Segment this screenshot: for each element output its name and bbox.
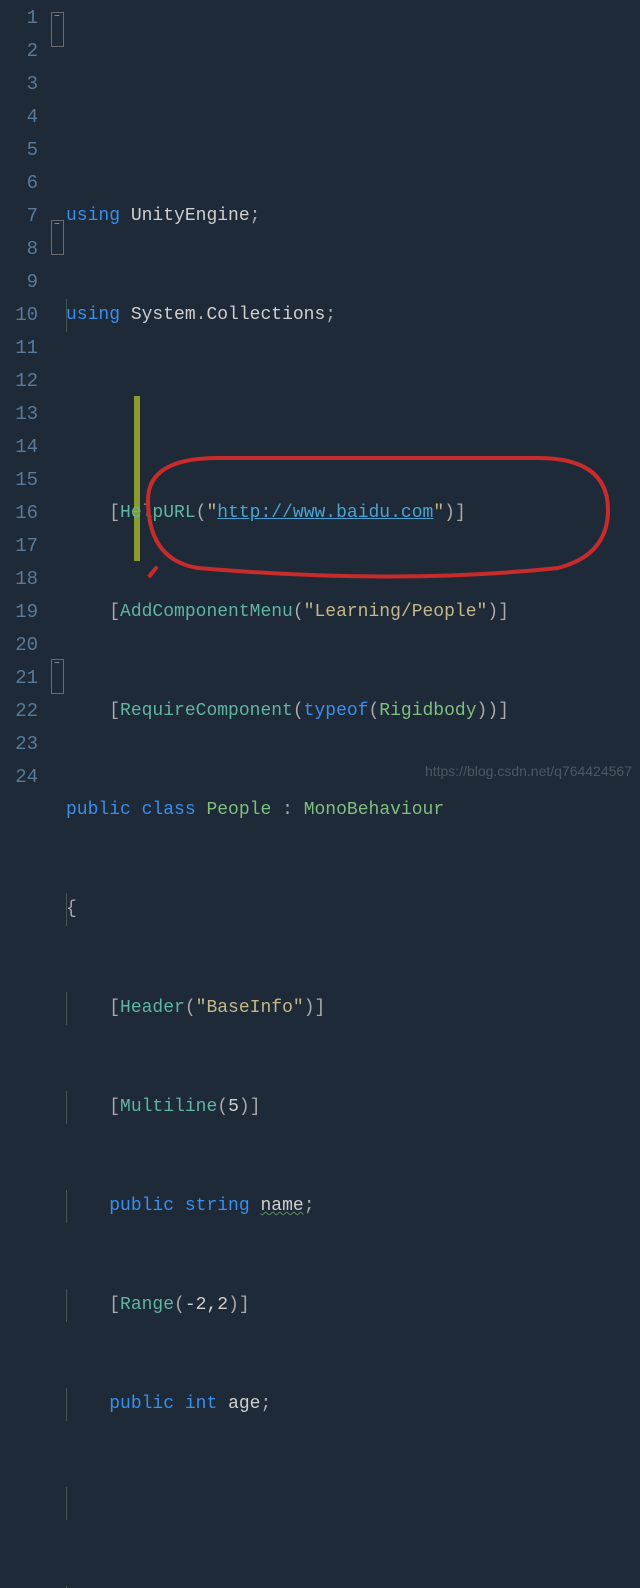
code-line: using System.Collections;	[66, 299, 640, 332]
line-number: 4	[6, 101, 38, 134]
line-number: 5	[6, 134, 38, 167]
code-line	[66, 1487, 640, 1520]
fold-toggle[interactable]: −	[51, 220, 64, 255]
code-line: {	[66, 893, 640, 926]
code-line: public int age;	[66, 1388, 640, 1421]
line-number: 6	[6, 167, 38, 200]
line-number: 13	[6, 398, 38, 431]
line-number-gutter: 1 2 3 4 5 6 7 8 9 10 11 12 13 14 15 16 1…	[0, 0, 48, 794]
code-line: [Multiline(5)]	[66, 1091, 640, 1124]
line-number: 18	[6, 563, 38, 596]
line-number: 9	[6, 266, 38, 299]
line-number: 23	[6, 728, 38, 761]
line-number: 11	[6, 332, 38, 365]
code-editor: 1 2 3 4 5 6 7 8 9 10 11 12 13 14 15 16 1…	[0, 0, 640, 794]
code-line: [Space(100)]	[66, 1586, 640, 1588]
fold-toggle[interactable]: −	[51, 659, 64, 694]
fold-column: − − −	[48, 0, 66, 794]
line-number: 1	[6, 2, 38, 35]
line-number: 14	[6, 431, 38, 464]
code-line: [AddComponentMenu("Learning/People")]	[66, 596, 640, 629]
line-number: 3	[6, 68, 38, 101]
line-number: 15	[6, 464, 38, 497]
line-number: 22	[6, 695, 38, 728]
line-number: 21	[6, 662, 38, 695]
code-line	[66, 398, 640, 431]
code-line: public class People : MonoBehaviour	[66, 794, 640, 827]
code-line: [Header("BaseInfo")]	[66, 992, 640, 1025]
code-line: [Range(-2,2)]	[66, 1289, 640, 1322]
watermark-text: https://blog.csdn.net/q764424567	[425, 755, 632, 788]
code-line: [HelpURL("http://www.baidu.com")]	[66, 497, 640, 530]
code-area[interactable]: using UnityEngine; using System.Collecti…	[66, 0, 640, 794]
line-number: 19	[6, 596, 38, 629]
line-number: 2	[6, 35, 38, 68]
line-number: 7	[6, 200, 38, 233]
fold-toggle[interactable]: −	[51, 12, 64, 47]
url-link[interactable]: http://www.baidu.com	[217, 503, 433, 523]
line-number: 17	[6, 530, 38, 563]
line-number: 20	[6, 629, 38, 662]
line-number: 12	[6, 365, 38, 398]
code-line: [RequireComponent(typeof(Rigidbody))]	[66, 695, 640, 728]
line-number: 16	[6, 497, 38, 530]
line-number: 10	[6, 299, 38, 332]
code-line: using UnityEngine;	[66, 200, 640, 233]
line-number: 8	[6, 233, 38, 266]
line-number: 24	[6, 761, 38, 794]
code-line: public string name;	[66, 1190, 640, 1223]
